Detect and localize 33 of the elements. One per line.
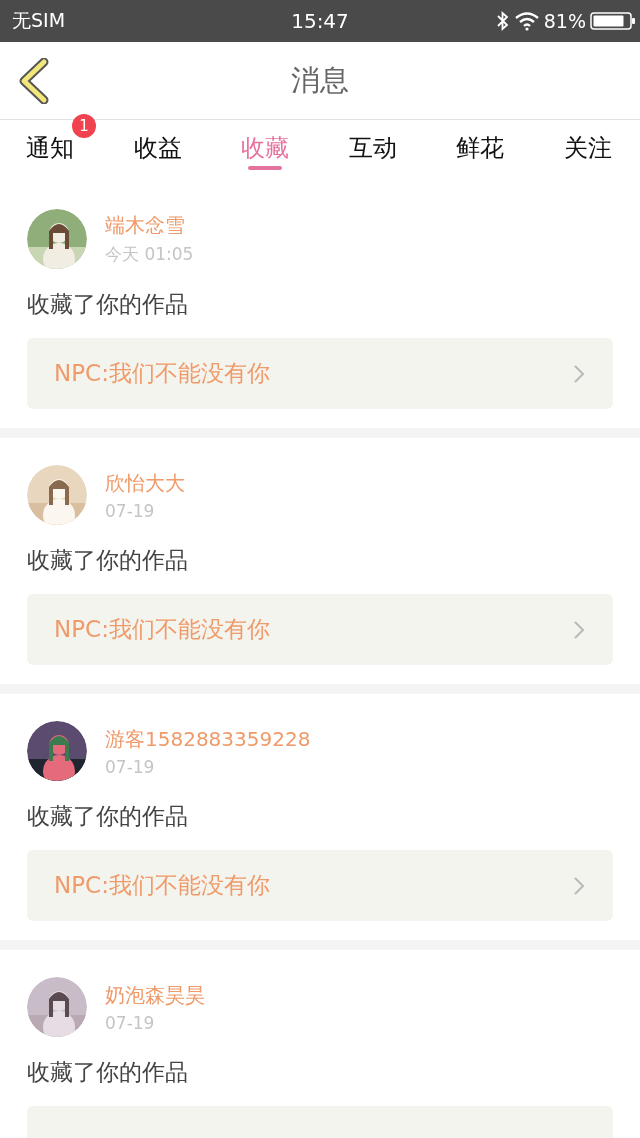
tab-underline <box>248 166 283 170</box>
timestamp: 今天 01:05 <box>105 243 194 266</box>
chevron-right-icon <box>573 363 585 384</box>
carrier-label: 无SIM <box>12 8 66 33</box>
clock: 15:47 <box>291 9 349 33</box>
back-icon[interactable] <box>18 58 50 104</box>
user-name[interactable]: 游客1582883359228 <box>105 725 311 753</box>
count-badge: 1 <box>72 114 96 138</box>
chevron-right-icon <box>573 619 585 640</box>
battery-percent: 81% <box>543 10 586 32</box>
message-text: 收藏了你的作品 <box>27 1058 189 1087</box>
user-name[interactable]: 奶泡森昊昊 <box>105 981 205 1009</box>
timestamp: 07-19 <box>105 500 156 521</box>
battery-icon <box>590 11 636 31</box>
work-link[interactable]: NPC:我们不能没有你 <box>27 338 613 409</box>
message-text: 收藏了你的作品 <box>27 290 189 319</box>
tab[interactable]: 互动 <box>334 120 411 176</box>
user-name[interactable]: 欣怡大大 <box>105 469 185 497</box>
timestamp: 07-19 <box>105 756 156 777</box>
tab[interactable]: 关注 <box>549 120 626 176</box>
chevron-right-icon <box>573 875 585 896</box>
work-link[interactable]: NPC:我们不能没有你 <box>27 850 613 921</box>
wifi-icon <box>513 11 540 31</box>
work-link[interactable]: NPC:我们不能没有你 <box>27 594 613 665</box>
bluetooth-icon <box>495 11 510 31</box>
tab[interactable]: 收益 <box>119 120 196 176</box>
message-text: 收藏了你的作品 <box>27 546 189 575</box>
page-title: 消息 <box>291 61 349 99</box>
message-text: 收藏了你的作品 <box>27 802 189 831</box>
tab[interactable]: 鲜花 <box>442 120 519 176</box>
tab[interactable]: 收藏 <box>227 120 304 176</box>
user-name[interactable]: 端木念雪 <box>105 212 194 239</box>
timestamp: 07-19 <box>105 1012 156 1033</box>
